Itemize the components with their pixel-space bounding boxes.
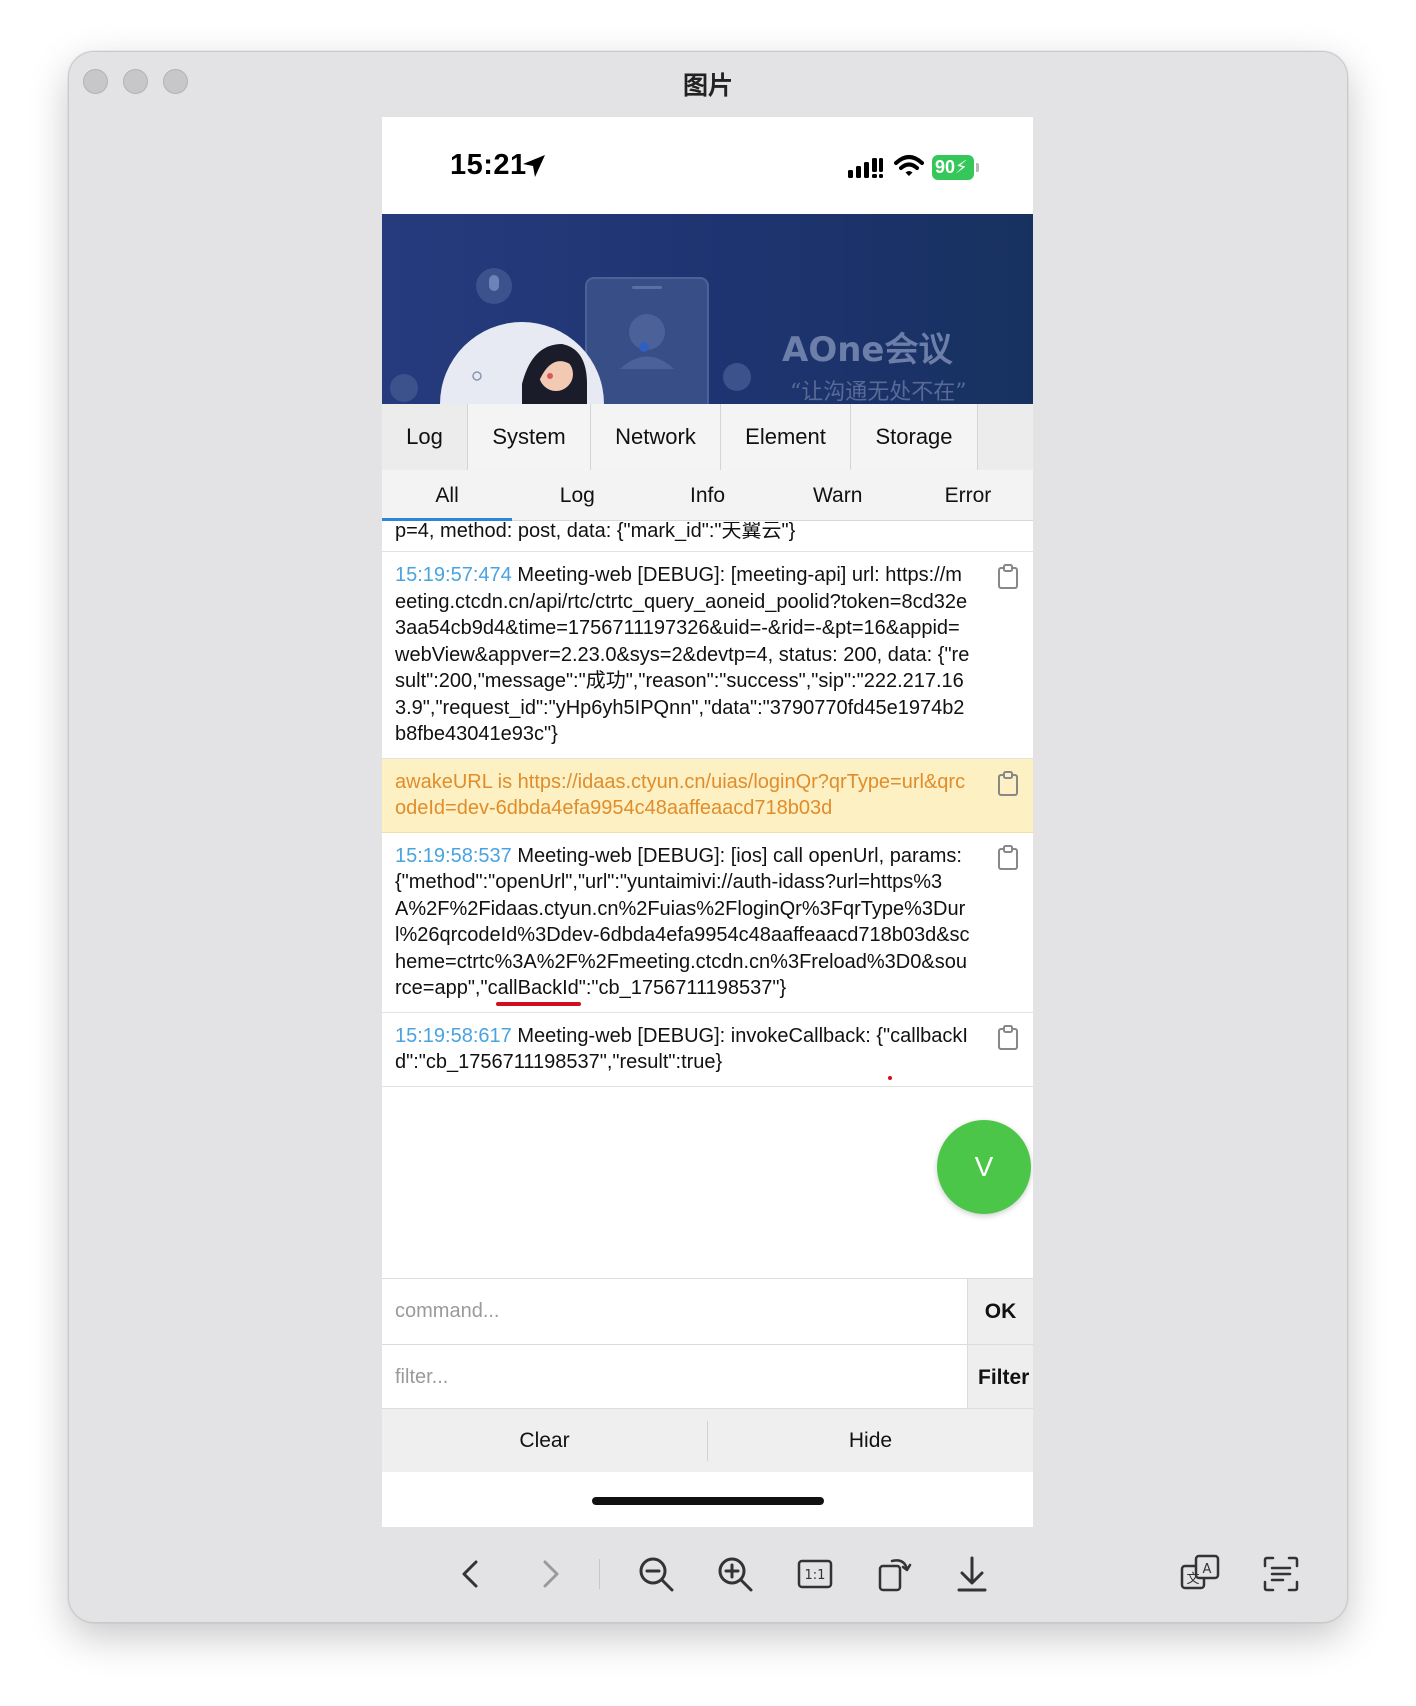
clear-button[interactable]: Clear bbox=[382, 1429, 707, 1453]
translate-icon[interactable]: A文 bbox=[1178, 1552, 1222, 1596]
chevron-left-icon[interactable] bbox=[450, 1552, 494, 1596]
wifi-icon bbox=[894, 155, 924, 176]
log-entry: p=4, method: post, data: {"mark_id":"天翼云… bbox=[382, 522, 1033, 552]
subtab-all[interactable]: All bbox=[382, 470, 513, 521]
image-viewer-window: 图片 15:21 90⚡ AOne会议 “让沟通无处不在” Log System… bbox=[68, 51, 1348, 1623]
log-text: Meeting-web [DEBUG]: [ios] call openUrl,… bbox=[395, 844, 970, 1000]
underlined-callback-key: allBackId bbox=[497, 977, 579, 999]
log-entry-warn: awakeURL is https://idaas.ctyun.cn/uias/… bbox=[382, 758, 1033, 833]
log-entry: 15:19:57:474 Meeting-web [DEBUG]: [meeti… bbox=[382, 552, 1033, 759]
clipboard-copy-icon[interactable] bbox=[997, 844, 1019, 871]
vconsole-tabs: Log System Network Element Storage bbox=[382, 404, 1033, 470]
zoom-in-icon[interactable] bbox=[713, 1552, 757, 1596]
zoom-out-icon[interactable] bbox=[634, 1552, 678, 1596]
tab-system[interactable]: System bbox=[468, 404, 591, 470]
log-timestamp: 15:19:57:474 bbox=[395, 564, 512, 586]
log-list[interactable]: p=4, method: post, data: {"mark_id":"天翼云… bbox=[382, 522, 1033, 1274]
clipboard-copy-icon[interactable] bbox=[997, 1024, 1019, 1051]
tab-log[interactable]: Log bbox=[382, 404, 468, 470]
status-time: 15:21 bbox=[450, 149, 527, 181]
command-ok-button[interactable]: OK bbox=[967, 1279, 1033, 1344]
banner-subtitle: “让沟通无处不在” bbox=[790, 380, 967, 404]
battery-icon: 90⚡ bbox=[932, 155, 979, 180]
actual-size-icon[interactable]: 1:1 bbox=[793, 1552, 837, 1596]
log-text: Meeting-web [DEBUG]: invokeCallback: {" bbox=[511, 1024, 891, 1047]
vconsole-floating-button[interactable]: V bbox=[937, 1120, 1031, 1214]
clipboard-copy-icon[interactable] bbox=[997, 770, 1019, 797]
svg-text:A: A bbox=[1203, 1562, 1212, 1577]
location-arrow-icon bbox=[523, 155, 545, 177]
filter-input[interactable] bbox=[382, 1345, 967, 1410]
banner-title: AOne会议 bbox=[782, 330, 953, 370]
command-input[interactable] bbox=[382, 1279, 967, 1344]
log-text: ":"cb_1756711198537"} bbox=[578, 977, 787, 999]
filter-row: Filter bbox=[382, 1344, 1033, 1410]
vconsole-bottom-bar: Clear Hide bbox=[382, 1408, 1033, 1472]
log-level-tabs: All Log Info Warn Error bbox=[382, 470, 1033, 521]
chevron-right-icon[interactable] bbox=[527, 1552, 571, 1596]
download-icon[interactable] bbox=[950, 1552, 994, 1596]
home-indicator bbox=[592, 1497, 824, 1505]
command-row: OK bbox=[382, 1278, 1033, 1344]
tab-element[interactable]: Element bbox=[721, 404, 851, 470]
log-text: awakeURL is https://idaas.ctyun.cn/uias/… bbox=[395, 770, 966, 820]
log-text: Meeting-web [DEBUG]: [meeting-api] url: … bbox=[395, 564, 970, 745]
tab-empty bbox=[978, 404, 1033, 470]
phone-screenshot: 15:21 90⚡ AOne会议 “让沟通无处不在” Log System Ne… bbox=[382, 117, 1033, 1527]
toolbar-divider bbox=[599, 1559, 600, 1589]
svg-text:文: 文 bbox=[1186, 1572, 1199, 1587]
subtab-error[interactable]: Error bbox=[903, 470, 1033, 520]
log-timestamp: 15:19:58:537 bbox=[395, 844, 512, 867]
log-text: p=4, method: post, data: {"mark_id":"天翼云… bbox=[395, 522, 796, 542]
app-banner: AOne会议 “让沟通无处不在” bbox=[382, 214, 1033, 404]
subtab-warn[interactable]: Warn bbox=[773, 470, 903, 520]
filter-button[interactable]: Filter bbox=[967, 1345, 1033, 1410]
hide-button[interactable]: Hide bbox=[708, 1429, 1033, 1453]
tab-network[interactable]: Network bbox=[591, 404, 721, 470]
tab-storage[interactable]: Storage bbox=[851, 404, 978, 470]
rotate-icon[interactable] bbox=[872, 1552, 916, 1596]
log-timestamp: 15:19:58:617 bbox=[395, 1024, 512, 1047]
window-title: 图片 bbox=[682, 71, 733, 100]
text-recognition-icon[interactable] bbox=[1259, 1552, 1303, 1596]
log-entry: 15:19:58:617 Meeting-web [DEBUG]: invoke… bbox=[382, 1013, 1033, 1087]
subtab-info[interactable]: Info bbox=[642, 470, 772, 520]
cellular-signal-icon bbox=[848, 158, 883, 178]
log-entry: 15:19:58:537 Meeting-web [DEBUG]: [ios] … bbox=[382, 833, 1033, 1013]
subtab-log[interactable]: Log bbox=[512, 470, 642, 520]
battery-level: 90 bbox=[935, 157, 956, 177]
svg-text:1:1: 1:1 bbox=[805, 1568, 826, 1583]
clipboard-copy-icon[interactable] bbox=[997, 564, 1019, 590]
log-text: ":"cb_1756711198537","result":true} bbox=[406, 1051, 723, 1073]
